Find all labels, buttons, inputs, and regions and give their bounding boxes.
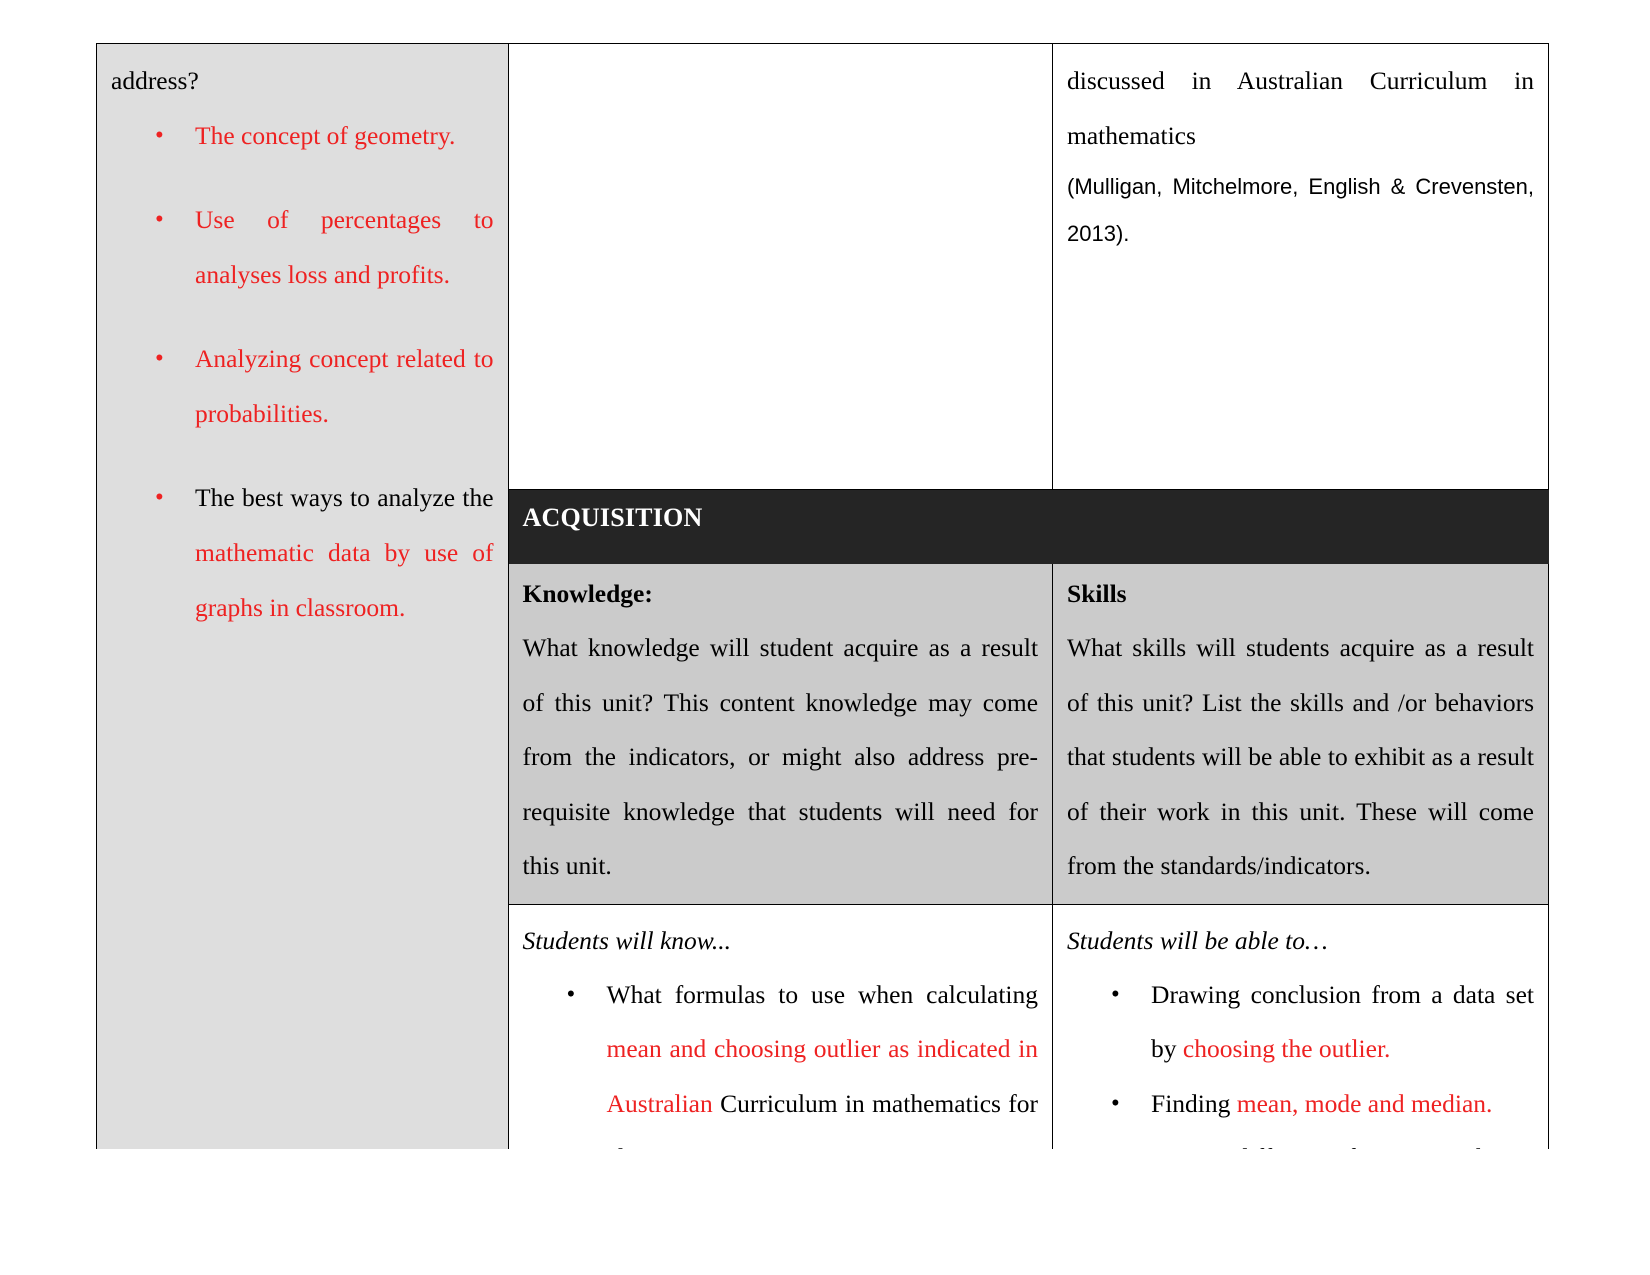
cell-knowledge-body: Students will know... • What formulas to… (507, 903, 1054, 1149)
cell-skills-body: Students will be able to… • Drawing conc… (1052, 903, 1549, 1149)
skills-lead: Students will be able to… (1067, 925, 1328, 955)
bullet-marker: • (155, 206, 164, 234)
bullet-marker: • (1111, 1131, 1120, 1149)
skills-bullet-list: • Drawing conclusion from a data set by … (1067, 968, 1534, 1149)
list-item: • What formulas to use when calculating … (523, 968, 1039, 1149)
list-item: • Analyzing concept related to probabili… (111, 332, 494, 441)
list-item: • Using different figures such as rectan… (1067, 1131, 1534, 1149)
cell-knowledge-header: Knowledge: What knowledge will student a… (507, 563, 1054, 905)
bullet-marker: • (1111, 1089, 1120, 1117)
bullet-text-red: mathematic data by use of graphs in clas… (195, 537, 494, 622)
bullet-text-red: mean, mode and median. (1236, 1088, 1493, 1118)
bullet-text-black: The best ways to analyze the (195, 483, 494, 513)
bullet-text-black: Finding (1151, 1088, 1237, 1118)
acquisition-band-cell: ACQUISITION (507, 488, 1550, 565)
bullet-text: The concept of geometry. (195, 120, 456, 150)
knowledge-bullet-list: • What formulas to use when calculating … (523, 968, 1039, 1149)
left-continued-text: address? (111, 66, 199, 95)
bullet-text: Use of percentages to analyses loss and … (195, 205, 494, 289)
table-row-top: address? • The concept of geometry. • Us… (96, 43, 1549, 1149)
cell-essential-questions: address? • The concept of geometry. • Us… (96, 43, 509, 1149)
cell-middle-top-empty (507, 43, 1054, 490)
right-top-serif-text: discussed in Australian Curriculum in ma… (1067, 66, 1534, 150)
left-bullet-list: • The concept of geometry. • Use of perc… (111, 109, 494, 636)
bullet-text-black: Using different figures such as (1151, 1143, 1534, 1149)
bullet-marker: • (155, 484, 164, 512)
list-item: • The best ways to analyze the mathemati… (111, 471, 494, 635)
bullet-marker: • (1111, 980, 1120, 1008)
acquisition-band-title: ACQUISITION (522, 503, 703, 532)
bullet-text: Analyzing concept related to probabiliti… (195, 344, 494, 428)
bullet-text-black: What formulas to use when calculating (606, 979, 1039, 1009)
list-item: • Drawing conclusion from a data set by … (1067, 968, 1534, 1077)
bullet-marker: • (155, 121, 164, 149)
right-top-citation: (Mulligan, Mitchelmore, English & Creven… (1067, 174, 1534, 247)
cell-right-top-citation: discussed in Australian Curriculum in ma… (1052, 43, 1549, 490)
bullet-text-red: choosing the outlier. (1182, 1034, 1391, 1064)
knowledge-lead: Students will know... (522, 925, 732, 955)
list-item: • The concept of geometry. (111, 109, 494, 164)
list-item: • Use of percentages to analyses loss an… (111, 193, 494, 302)
page-clip-region: address? • The concept of geometry. • Us… (0, 0, 1650, 1149)
knowledge-description: What knowledge will student acquire as a… (522, 632, 1039, 881)
bullet-marker: • (566, 980, 576, 1008)
unit-planner-table: address? • The concept of geometry. • Us… (96, 43, 1550, 1149)
cell-skills-header: Skills What skills will students acquire… (1052, 563, 1549, 905)
list-item: • Finding mean, mode and median. (1067, 1077, 1534, 1132)
skills-description: What skills will students acquire as a r… (1067, 632, 1534, 881)
knowledge-label: Knowledge: (522, 579, 653, 609)
bullet-marker: • (155, 345, 164, 373)
document-page: address? • The concept of geometry. • Us… (0, 0, 1650, 1275)
skills-label: Skills (1067, 579, 1127, 609)
